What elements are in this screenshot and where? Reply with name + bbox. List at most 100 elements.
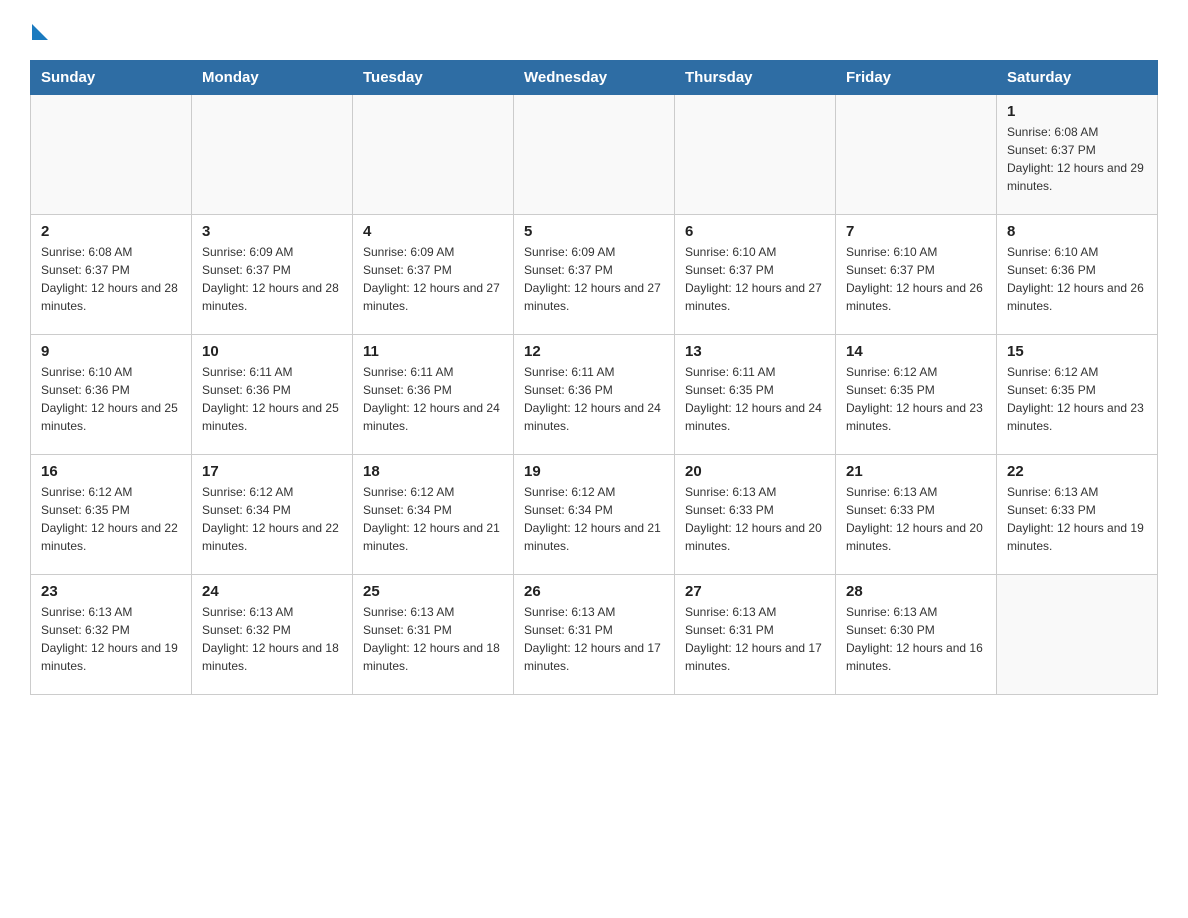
calendar-week-row: 23 Sunrise: 6:13 AMSunset: 6:32 PMDayligh… <box>31 575 1158 695</box>
day-info: Sunrise: 6:13 AMSunset: 6:32 PMDaylight:… <box>41 603 181 675</box>
calendar-day-cell: 24 Sunrise: 6:13 AMSunset: 6:32 PMDayligh… <box>192 575 353 695</box>
day-of-week-header: Thursday <box>675 61 836 95</box>
day-info: Sunrise: 6:13 AMSunset: 6:33 PMDaylight:… <box>685 483 825 555</box>
calendar-week-row: 16 Sunrise: 6:12 AMSunset: 6:35 PMDayligh… <box>31 455 1158 575</box>
day-number: 3 <box>202 223 342 240</box>
day-number: 19 <box>524 463 664 480</box>
calendar-day-cell: 27 Sunrise: 6:13 AMSunset: 6:31 PMDayligh… <box>675 575 836 695</box>
calendar-day-cell: 23 Sunrise: 6:13 AMSunset: 6:32 PMDayligh… <box>31 575 192 695</box>
calendar-day-cell: 9 Sunrise: 6:10 AMSunset: 6:36 PMDaylight… <box>31 335 192 455</box>
day-number: 13 <box>685 343 825 360</box>
day-number: 28 <box>846 583 986 600</box>
calendar-week-row: 9 Sunrise: 6:10 AMSunset: 6:36 PMDaylight… <box>31 335 1158 455</box>
day-info: Sunrise: 6:10 AMSunset: 6:36 PMDaylight:… <box>41 363 181 435</box>
calendar-day-cell: 4 Sunrise: 6:09 AMSunset: 6:37 PMDaylight… <box>353 215 514 335</box>
day-info: Sunrise: 6:13 AMSunset: 6:31 PMDaylight:… <box>685 603 825 675</box>
day-info: Sunrise: 6:08 AMSunset: 6:37 PMDaylight:… <box>1007 123 1147 195</box>
day-info: Sunrise: 6:10 AMSunset: 6:36 PMDaylight:… <box>1007 243 1147 315</box>
calendar-day-cell: 1Sunrise: 6:08 AMSunset: 6:37 PMDaylight… <box>997 95 1158 215</box>
day-number: 11 <box>363 343 503 360</box>
day-of-week-header: Wednesday <box>514 61 675 95</box>
calendar-table: SundayMondayTuesdayWednesdayThursdayFrid… <box>30 60 1158 695</box>
day-number: 21 <box>846 463 986 480</box>
calendar-day-cell <box>353 95 514 215</box>
day-info: Sunrise: 6:12 AMSunset: 6:35 PMDaylight:… <box>846 363 986 435</box>
calendar-day-cell: 16 Sunrise: 6:12 AMSunset: 6:35 PMDayligh… <box>31 455 192 575</box>
calendar-day-cell: 10 Sunrise: 6:11 AMSunset: 6:36 PMDayligh… <box>192 335 353 455</box>
day-number: 8 <box>1007 223 1147 240</box>
day-number: 5 <box>524 223 664 240</box>
day-number: 26 <box>524 583 664 600</box>
calendar-day-cell: 12 Sunrise: 6:11 AMSunset: 6:36 PMDayligh… <box>514 335 675 455</box>
day-of-week-header: Monday <box>192 61 353 95</box>
day-number: 2 <box>41 223 181 240</box>
day-number: 24 <box>202 583 342 600</box>
day-info: Sunrise: 6:11 AMSunset: 6:36 PMDaylight:… <box>524 363 664 435</box>
day-number: 17 <box>202 463 342 480</box>
day-of-week-header: Sunday <box>31 61 192 95</box>
day-of-week-header: Saturday <box>997 61 1158 95</box>
calendar-header-row: SundayMondayTuesdayWednesdayThursdayFrid… <box>31 61 1158 95</box>
calendar-day-cell: 13 Sunrise: 6:11 AMSunset: 6:35 PMDayligh… <box>675 335 836 455</box>
day-number: 25 <box>363 583 503 600</box>
calendar-day-cell <box>675 95 836 215</box>
day-info: Sunrise: 6:13 AMSunset: 6:32 PMDaylight:… <box>202 603 342 675</box>
day-info: Sunrise: 6:12 AMSunset: 6:35 PMDaylight:… <box>41 483 181 555</box>
day-number: 27 <box>685 583 825 600</box>
day-number: 22 <box>1007 463 1147 480</box>
calendar-day-cell <box>192 95 353 215</box>
calendar-day-cell <box>514 95 675 215</box>
calendar-week-row: 1Sunrise: 6:08 AMSunset: 6:37 PMDaylight… <box>31 95 1158 215</box>
calendar-day-cell: 22 Sunrise: 6:13 AMSunset: 6:33 PMDayligh… <box>997 455 1158 575</box>
calendar-day-cell <box>997 575 1158 695</box>
calendar-day-cell: 17Sunrise: 6:12 AMSunset: 6:34 PMDayligh… <box>192 455 353 575</box>
day-number: 7 <box>846 223 986 240</box>
day-of-week-header: Friday <box>836 61 997 95</box>
day-number: 12 <box>524 343 664 360</box>
day-info: Sunrise: 6:10 AMSunset: 6:37 PMDaylight:… <box>685 243 825 315</box>
day-info: Sunrise: 6:09 AMSunset: 6:37 PMDaylight:… <box>363 243 503 315</box>
calendar-day-cell: 14 Sunrise: 6:12 AMSunset: 6:35 PMDayligh… <box>836 335 997 455</box>
day-number: 23 <box>41 583 181 600</box>
day-number: 20 <box>685 463 825 480</box>
day-info: Sunrise: 6:13 AMSunset: 6:31 PMDaylight:… <box>524 603 664 675</box>
day-info: Sunrise: 6:12 AMSunset: 6:34 PMDaylight:… <box>363 483 503 555</box>
day-of-week-header: Tuesday <box>353 61 514 95</box>
day-info: Sunrise: 6:13 AMSunset: 6:33 PMDaylight:… <box>1007 483 1147 555</box>
calendar-day-cell: 6 Sunrise: 6:10 AMSunset: 6:37 PMDaylight… <box>675 215 836 335</box>
logo <box>30 20 48 40</box>
day-number: 18 <box>363 463 503 480</box>
calendar-day-cell: 20 Sunrise: 6:13 AMSunset: 6:33 PMDayligh… <box>675 455 836 575</box>
day-info: Sunrise: 6:12 AMSunset: 6:34 PMDaylight:… <box>524 483 664 555</box>
day-info: Sunrise: 6:13 AMSunset: 6:33 PMDaylight:… <box>846 483 986 555</box>
page-header <box>30 20 1158 40</box>
calendar-day-cell: 3 Sunrise: 6:09 AMSunset: 6:37 PMDaylight… <box>192 215 353 335</box>
calendar-day-cell: 28 Sunrise: 6:13 AMSunset: 6:30 PMDayligh… <box>836 575 997 695</box>
day-info: Sunrise: 6:09 AMSunset: 6:37 PMDaylight:… <box>524 243 664 315</box>
calendar-day-cell: 11Sunrise: 6:11 AMSunset: 6:36 PMDayligh… <box>353 335 514 455</box>
day-info: Sunrise: 6:11 AMSunset: 6:35 PMDaylight:… <box>685 363 825 435</box>
day-info: Sunrise: 6:08 AMSunset: 6:37 PMDaylight:… <box>41 243 181 315</box>
calendar-day-cell <box>31 95 192 215</box>
calendar-day-cell: 2 Sunrise: 6:08 AMSunset: 6:37 PMDaylight… <box>31 215 192 335</box>
calendar-day-cell: 15Sunrise: 6:12 AMSunset: 6:35 PMDayligh… <box>997 335 1158 455</box>
day-number: 6 <box>685 223 825 240</box>
calendar-day-cell: 21 Sunrise: 6:13 AMSunset: 6:33 PMDayligh… <box>836 455 997 575</box>
day-number: 15 <box>1007 343 1147 360</box>
calendar-week-row: 2 Sunrise: 6:08 AMSunset: 6:37 PMDaylight… <box>31 215 1158 335</box>
day-number: 10 <box>202 343 342 360</box>
day-info: Sunrise: 6:09 AMSunset: 6:37 PMDaylight:… <box>202 243 342 315</box>
day-number: 9 <box>41 343 181 360</box>
calendar-day-cell: 7 Sunrise: 6:10 AMSunset: 6:37 PMDaylight… <box>836 215 997 335</box>
calendar-day-cell: 8 Sunrise: 6:10 AMSunset: 6:36 PMDaylight… <box>997 215 1158 335</box>
calendar-day-cell: 25Sunrise: 6:13 AMSunset: 6:31 PMDayligh… <box>353 575 514 695</box>
day-number: 16 <box>41 463 181 480</box>
day-number: 14 <box>846 343 986 360</box>
day-info: Sunrise: 6:11 AMSunset: 6:36 PMDaylight:… <box>202 363 342 435</box>
calendar-day-cell: 18 Sunrise: 6:12 AMSunset: 6:34 PMDayligh… <box>353 455 514 575</box>
logo-triangle-icon <box>32 24 48 40</box>
calendar-day-cell <box>836 95 997 215</box>
day-number: 4 <box>363 223 503 240</box>
day-info: Sunrise: 6:10 AMSunset: 6:37 PMDaylight:… <box>846 243 986 315</box>
day-info: Sunrise: 6:13 AMSunset: 6:30 PMDaylight:… <box>846 603 986 675</box>
